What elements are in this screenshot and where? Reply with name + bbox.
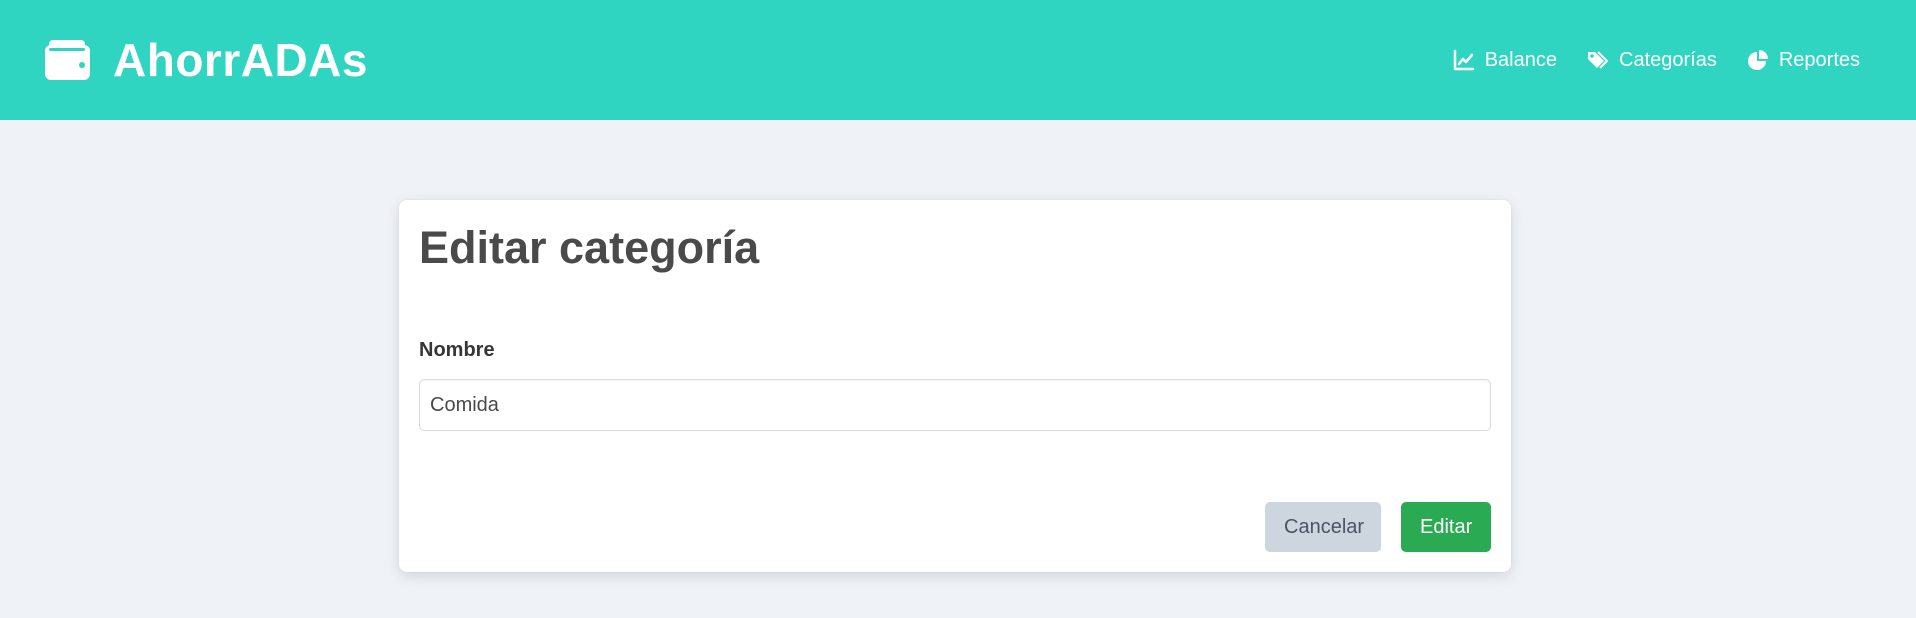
tags-icon [1587, 49, 1609, 71]
nav-item-label: Balance [1484, 48, 1557, 71]
name-input[interactable] [419, 379, 1491, 431]
nav-item-label: Categorías [1619, 48, 1717, 71]
brand[interactable]: AhorrADAs [44, 33, 368, 87]
page-title: Editar categoría [419, 222, 760, 273]
name-label: Nombre [419, 339, 495, 361]
edit-button[interactable]: Editar [1401, 502, 1491, 552]
nav-item-categorias[interactable]: Categorías [1587, 49, 1717, 72]
nav-item-balance[interactable]: Balance [1453, 49, 1557, 72]
pie-chart-icon [1747, 49, 1769, 71]
edit-category-card: Editar categoría Nombre Cancelar Editar [399, 200, 1511, 572]
brand-title: AhorrADAs [113, 34, 368, 86]
chart-line-icon [1453, 49, 1475, 71]
wallet-icon [44, 39, 91, 81]
cancel-button[interactable]: Cancelar [1265, 502, 1381, 552]
nav-item-reportes[interactable]: Reportes [1747, 49, 1860, 72]
form-actions: Cancelar Editar [1265, 502, 1491, 552]
top-navbar: AhorrADAs Balance Categorías Reportes [0, 0, 1916, 120]
main-nav: Balance Categorías Reportes [1453, 49, 1860, 72]
nav-item-label: Reportes [1778, 48, 1860, 71]
